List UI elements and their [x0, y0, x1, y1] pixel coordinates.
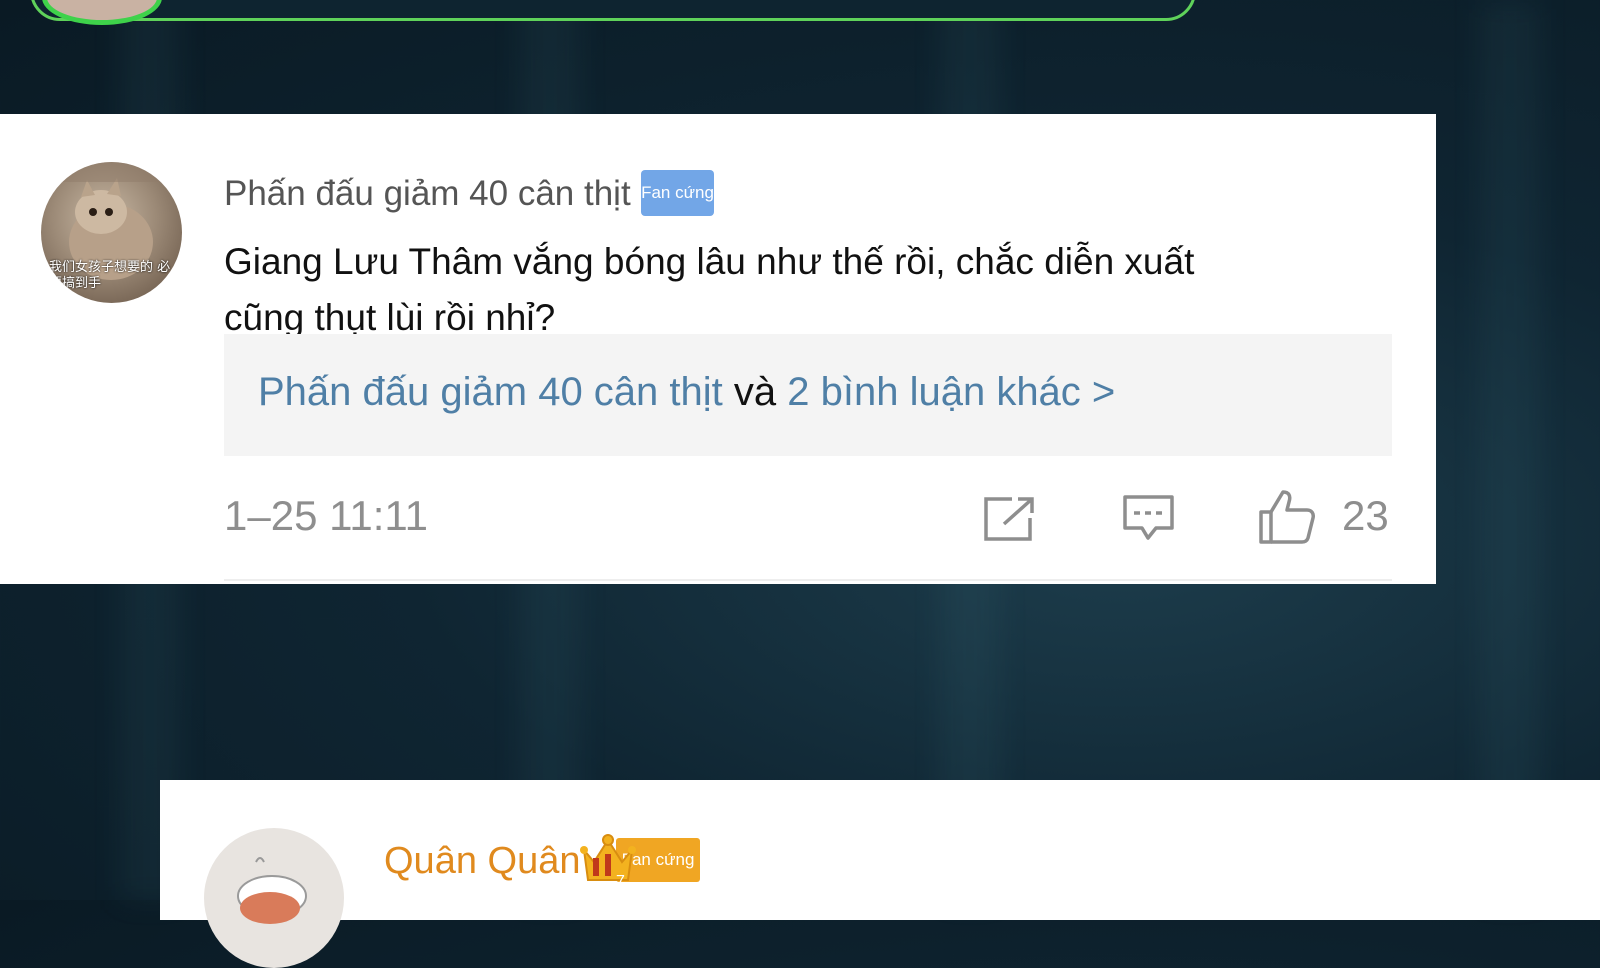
timestamp: 1–25 11:11 — [224, 492, 428, 539]
more-replies-link[interactable]: 2 bình luận khác > — [787, 370, 1115, 414]
like-count: 23 — [1342, 492, 1389, 539]
reply-connector: và — [722, 370, 788, 414]
username[interactable]: Quân Quân — [384, 840, 580, 883]
avatar-caption: 我们女孩子想要的 必须搞到手 — [49, 260, 171, 291]
comment-text: Giang Lưu Thâm vắng bóng lâu như thế rồi… — [224, 241, 1195, 338]
comment-card: Quân Quân Fan cứng 7 — [160, 780, 1600, 968]
reply-username-link[interactable]: Phấn đấu giảm 40 cân thịt — [258, 370, 723, 414]
replies-preview[interactable]: Phấn đấu giảm 40 cân thịt và 2 bình luận… — [224, 334, 1392, 456]
comment-card: 我们女孩子想要的 必须搞到手 Phấn đấu giảm 40 cân thịt… — [0, 114, 1436, 584]
fan-badge: Fan cứng 7 — [578, 832, 703, 890]
avatar[interactable]: 我们女孩子想要的 必须搞到手 — [41, 162, 182, 303]
thumbs-up-icon[interactable] — [1257, 488, 1317, 546]
avatar-image — [237, 857, 307, 924]
reply-comment-icon[interactable] — [1122, 494, 1176, 542]
share-icon[interactable] — [982, 496, 1036, 542]
previous-panel-frame — [30, 0, 1196, 21]
fan-badge: Fan cứng — [641, 170, 714, 216]
username[interactable]: Phấn đấu giảm 40 cân thịt — [224, 174, 631, 214]
avatar[interactable] — [204, 828, 344, 968]
badge-level: 7 — [616, 873, 625, 890]
crown-icon: 7 — [580, 834, 636, 890]
divider — [224, 579, 1392, 581]
